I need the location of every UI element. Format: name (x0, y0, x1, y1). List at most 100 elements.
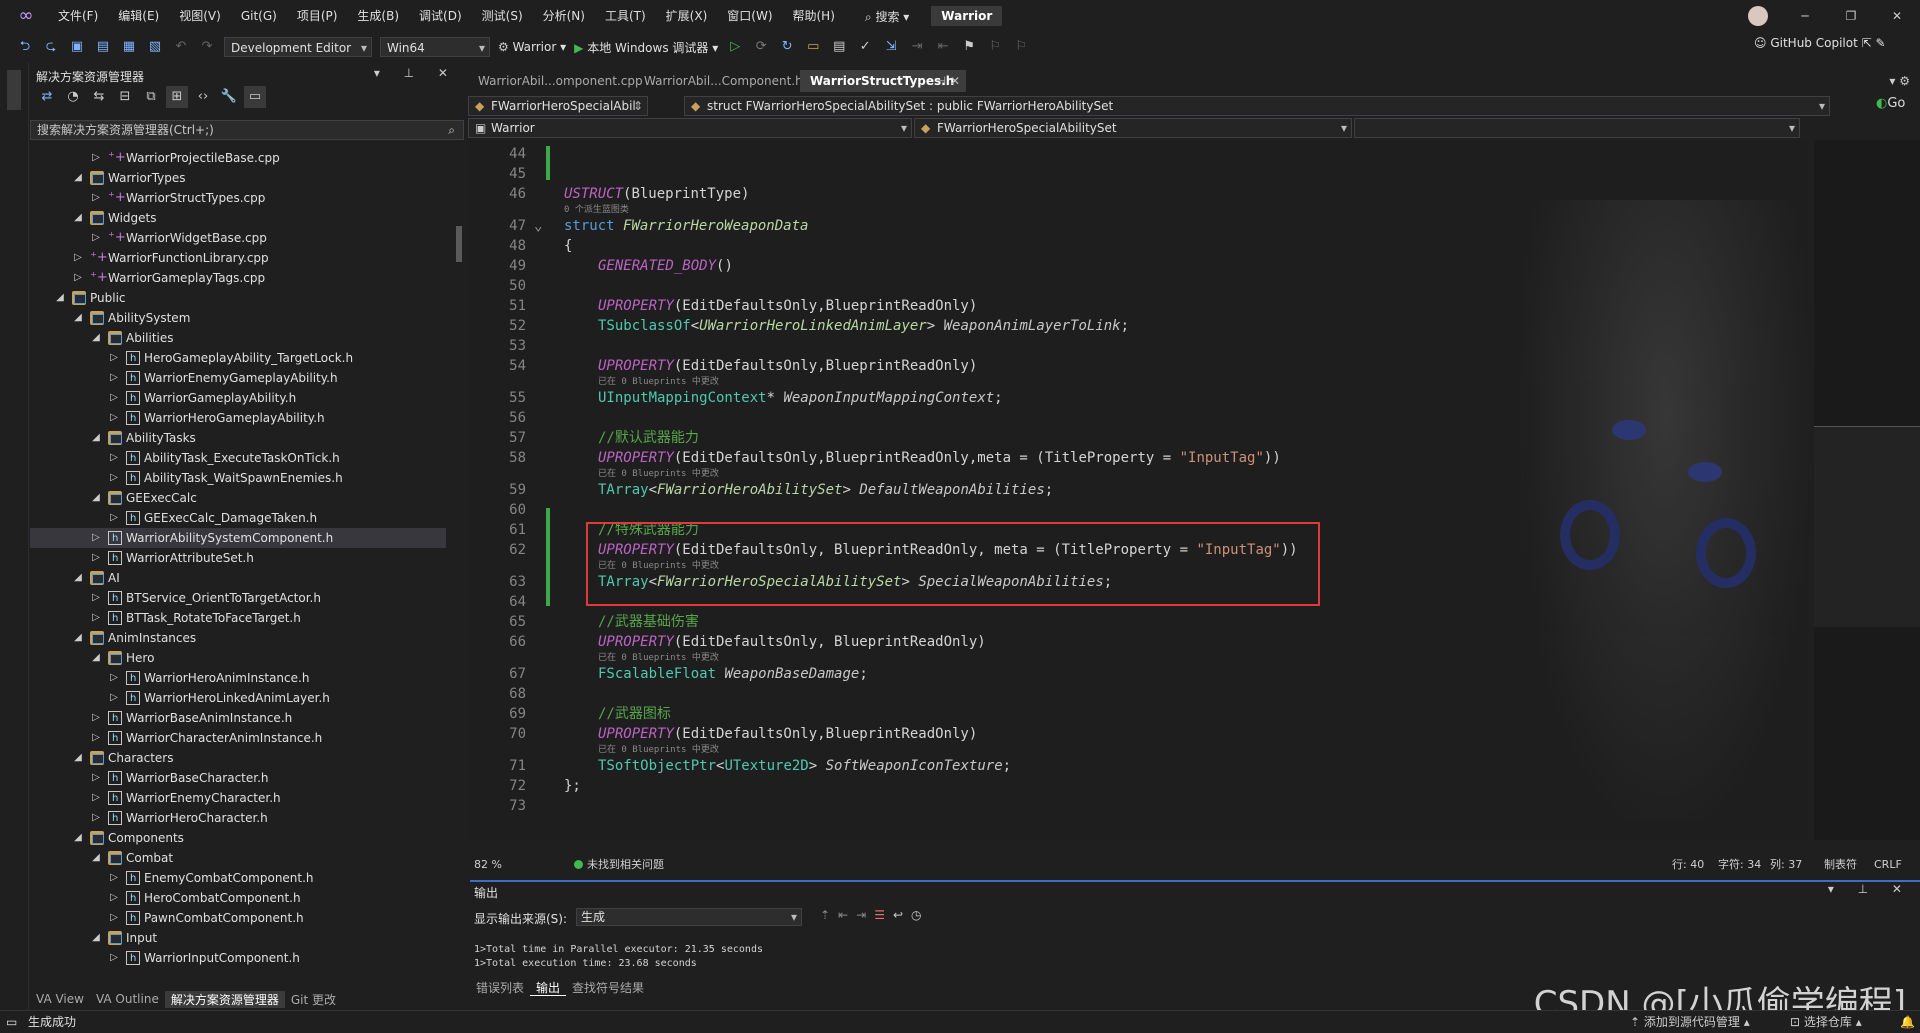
menu-extensions[interactable]: 扩展(X) (656, 0, 718, 32)
tree-file[interactable]: ▷ ⁺+ WarriorStructTypes.cpp (30, 188, 446, 208)
expanded-chevron-icon[interactable]: ◢ (72, 208, 84, 228)
collapsed-chevron-icon[interactable]: ▷ (90, 788, 102, 808)
collapsed-chevron-icon[interactable]: ▷ (108, 468, 120, 488)
collapsed-chevron-icon[interactable]: ▷ (108, 348, 120, 368)
tree-folder[interactable]: ◢ AI (30, 568, 446, 588)
tree-folder[interactable]: ◢ WarriorTypes (30, 168, 446, 188)
close-tab-icon[interactable]: ⊣ ✕ (936, 70, 960, 92)
collapsed-chevron-icon[interactable]: ▷ (90, 768, 102, 788)
tree-file[interactable]: ▷ ⁺+ WarriorFunctionLibrary.cpp (30, 248, 446, 268)
panel-controls[interactable]: ▾ ⊥ ✕ (1828, 882, 1912, 896)
collapsed-chevron-icon[interactable]: ▷ (90, 528, 102, 548)
layout-icon[interactable]: ▤ (828, 36, 850, 58)
menu-help[interactable]: 帮助(H) (783, 0, 845, 32)
tree-folder[interactable]: ◢ Characters (30, 748, 446, 768)
tree-file[interactable]: ▷ ⁺+ WarriorProjectileBase.cpp (30, 148, 446, 168)
tree-folder[interactable]: ◢ Widgets (30, 208, 446, 228)
save-all-icon[interactable]: ▧ (144, 36, 166, 58)
tree-file[interactable]: ▷ WarriorAttributeSet.h (30, 548, 446, 569)
sync-icon[interactable]: ⇆ (88, 86, 110, 108)
tree-file[interactable]: ▷ WarriorAbilitySystemComponent.h (30, 528, 446, 549)
collapsed-chevron-icon[interactable]: ▷ (108, 868, 120, 888)
tab-overflow-icon[interactable]: ▾ ⚙ (1889, 70, 1910, 92)
expanded-chevron-icon[interactable]: ◢ (54, 288, 66, 308)
startup-project-select[interactable]: ⚙ Warrior ▾ (498, 40, 566, 54)
codelens-hint[interactable]: 0 个派生蓝图类 (564, 204, 629, 216)
zoom-level[interactable]: 82 % (474, 856, 502, 874)
tree-folder[interactable]: ◢ Components (30, 828, 446, 848)
menu-file[interactable]: 文件(F) (48, 0, 108, 32)
member-select-secondary[interactable]: ▾ (1354, 118, 1800, 138)
start-debugging-button[interactable]: ▶ 本地 Windows 调试器 ▾ (574, 39, 718, 56)
collapsed-chevron-icon[interactable]: ▷ (90, 808, 102, 828)
expanded-chevron-icon[interactable]: ◢ (90, 488, 102, 508)
tab-va-view[interactable]: VA View (30, 992, 90, 1006)
project-select[interactable]: ▣ Warrior ▾ (468, 118, 912, 138)
scope-select[interactable]: ◆ FWarriorHeroSpecialAbil ⇕ (468, 96, 648, 116)
properties-wrench-icon[interactable]: 🔧 (218, 86, 240, 108)
filter-icon[interactable]: ⊞ (166, 86, 188, 108)
collapse-all-icon[interactable]: ⊟ (114, 86, 136, 108)
solution-scrollbar[interactable] (454, 148, 464, 974)
expanded-chevron-icon[interactable]: ◢ (90, 328, 102, 348)
tree-folder[interactable]: ◢ GEExecCalc (30, 488, 446, 508)
menu-tools[interactable]: 工具(T) (595, 0, 656, 32)
go-button[interactable]: ◐Go (1876, 96, 1905, 111)
collapsed-chevron-icon[interactable]: ▷ (90, 728, 102, 748)
expanded-chevron-icon[interactable]: ◢ (90, 648, 102, 668)
collapsed-chevron-icon[interactable]: ▷ (90, 188, 102, 208)
tab-git-changes[interactable]: Git 更改 (285, 991, 342, 1008)
menu-edit[interactable]: 编辑(E) (108, 0, 169, 32)
collapsed-chevron-icon[interactable]: ▷ (72, 268, 84, 288)
select-repo-button[interactable]: ⊡ 选择仓库 ▴ (1790, 1011, 1862, 1033)
menu-debug[interactable]: 调试(D) (409, 0, 472, 32)
hot-reload-icon[interactable]: ⟳ (750, 36, 772, 58)
codelens-hint[interactable]: 已在 0 Blueprints 中更改 (598, 468, 719, 480)
tree-file[interactable]: ▷ AbilityTask_ExecuteTaskOnTick.h (30, 448, 446, 469)
type-select[interactable]: ◆ struct FWarriorHeroSpecialAbilitySet : … (684, 96, 1830, 116)
tree-file[interactable]: ▷ WarriorCharacterAnimInstance.h (30, 728, 446, 749)
tree-file[interactable]: ▷ GEExecCalc_DamageTaken.h (30, 508, 446, 529)
expanded-chevron-icon[interactable]: ◢ (90, 848, 102, 868)
tree-folder[interactable]: ◢ Hero (30, 648, 446, 668)
search-button[interactable]: ⌕ 搜索 ▾ (855, 8, 919, 25)
account-avatar[interactable] (1748, 6, 1768, 26)
tree-file[interactable]: ▷ BTTask_RotateToFaceTarget.h (30, 608, 446, 629)
step-icon[interactable]: ⇲ (880, 36, 902, 58)
collapsed-chevron-icon[interactable]: ▷ (108, 908, 120, 928)
solution-explorer-icon[interactable]: ▭ (802, 36, 824, 58)
output-source-select[interactable]: 生成 (576, 908, 802, 926)
menu-window[interactable]: 窗口(W) (717, 0, 782, 32)
show-all-files-icon[interactable]: ⧉ (140, 86, 162, 108)
tree-file[interactable]: ▷ AbilityTask_WaitSpawnEnemies.h (30, 468, 446, 489)
issues-indicator[interactable]: 未找到相关问题 (574, 856, 664, 874)
doc-tab[interactable]: WarriorAbil...omponent.cpp (468, 70, 643, 92)
scrollbar-thumb[interactable] (456, 226, 462, 262)
menu-analyze[interactable]: 分析(N) (533, 0, 595, 32)
tree-folder[interactable]: ◢ AbilityTasks (30, 428, 446, 448)
switch-views-icon[interactable]: ⇄ (36, 86, 58, 108)
expanded-chevron-icon[interactable]: ◢ (90, 928, 102, 948)
tree-file[interactable]: ▷ WarriorEnemyCharacter.h (30, 788, 446, 809)
tab-solution-explorer[interactable]: 解决方案资源管理器 (164, 990, 285, 1008)
back-icon[interactable]: ⮌ (14, 36, 36, 58)
minimap-viewport[interactable] (1814, 426, 1920, 627)
tree-folder[interactable]: ◢ Combat (30, 848, 446, 868)
close-icon[interactable]: ✕ (1874, 0, 1920, 32)
tree-file[interactable]: ▷ WarriorBaseCharacter.h (30, 768, 446, 789)
tree-folder[interactable]: ◢ AbilitySystem (30, 308, 446, 328)
menu-git[interactable]: Git(G) (231, 0, 287, 32)
tab-find-symbol-results[interactable]: 查找符号结果 (566, 980, 650, 996)
menu-project[interactable]: 项目(P) (287, 0, 348, 32)
redo-icon[interactable]: ↷ (196, 36, 218, 58)
collapse-icon[interactable]: ⌄ (534, 216, 542, 236)
collapsed-chevron-icon[interactable]: ▷ (108, 368, 120, 388)
code-editor[interactable]: 44 45 46 USTRUCT(BlueprintType) 0 个派生蓝图类 … (470, 140, 1810, 840)
solution-search-input[interactable]: 搜索解决方案资源管理器(Ctrl+;) ⌕ (30, 120, 464, 140)
menu-test[interactable]: 测试(S) (472, 0, 533, 32)
add-source-control-button[interactable]: ⇡ 添加到源代码管理 ▴ (1630, 1011, 1750, 1033)
indent-icon[interactable]: ⇥ (906, 36, 928, 58)
tree-file[interactable]: ▷ WarriorEnemyGameplayAbility.h (30, 368, 446, 389)
member-select[interactable]: ◆ FWarriorHeroSpecialAbilitySet ▾ (914, 118, 1352, 138)
line-endings[interactable]: CRLF (1874, 856, 1902, 874)
